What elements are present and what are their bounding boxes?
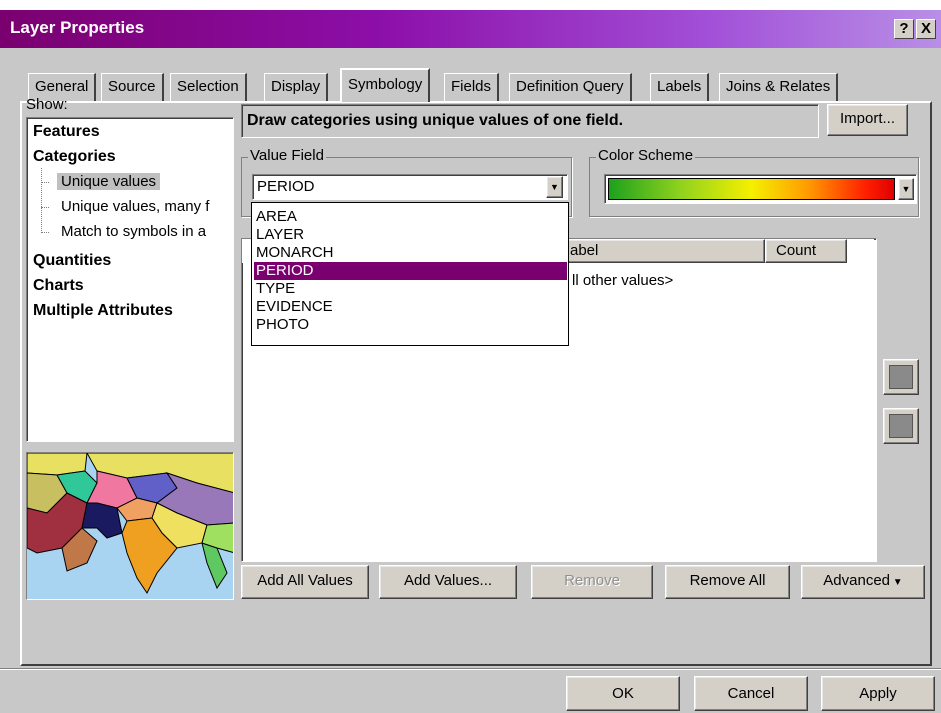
move-up-icon [889,365,913,389]
list-item[interactable]: MONARCH [254,244,567,262]
header-label[interactable]: abel [567,239,765,263]
add-values-button[interactable]: Add Values... [379,565,517,599]
move-up-button[interactable] [883,359,919,395]
list-item[interactable]: PHOTO [254,316,567,334]
remove-button[interactable]: Remove [531,565,653,599]
tab-selection[interactable]: Selection [170,73,247,101]
tab-joins-relates[interactable]: Joins & Relates [719,73,839,101]
color-ramp-swatch [608,178,895,200]
add-all-values-button[interactable]: Add All Values [241,565,369,599]
tab-symbology[interactable]: Symbology [340,68,431,102]
window-title: Layer Properties [10,18,145,37]
tab-display[interactable]: Display [264,73,329,101]
table-row[interactable]: ll other values> [572,272,673,289]
advanced-label: Advanced [823,572,891,589]
list-item[interactable]: AREA [254,208,567,226]
tree-item-features[interactable]: Features [33,123,100,141]
header-count[interactable]: Count [765,239,847,263]
value-field-label: Value Field [248,147,326,164]
dropdown-arrow-icon: ▼ [890,577,903,588]
ok-button[interactable]: OK [566,676,680,711]
value-field-dropdown[interactable]: PERIOD ▼ [252,174,568,200]
import-button[interactable]: Import... [827,104,908,136]
apply-button[interactable]: Apply [821,676,935,711]
color-scheme-dropdown-arrow-icon[interactable]: ▼ [898,178,914,200]
header-label-text: abel [570,242,599,259]
tree-item-charts[interactable]: Charts [33,277,84,295]
move-down-icon [889,414,913,438]
help-button[interactable]: ? [894,19,914,39]
tree-item-match-to-symbols[interactable]: Match to symbols in a [61,223,206,240]
tree-item-multiple-attributes[interactable]: Multiple Attributes [33,302,173,320]
tree-item-quantities[interactable]: Quantities [33,252,111,270]
tree-item-categories[interactable]: Categories [33,148,116,166]
remove-all-button[interactable]: Remove All [665,565,790,599]
list-item-selected[interactable]: PERIOD [254,262,567,280]
tree-item-unique-values-many[interactable]: Unique values, many f [61,198,209,215]
close-button[interactable]: X [916,19,936,39]
title-bar[interactable]: Layer Properties ? X [0,10,941,48]
move-down-button[interactable] [883,408,919,444]
footer-divider [0,668,941,670]
header-count-text: Count [776,242,817,259]
value-field-options-list[interactable]: AREA LAYER MONARCH PERIOD TYPE EVIDENCE … [251,202,569,346]
color-scheme-dropdown[interactable]: ▼ [604,174,917,204]
tree-item-unique-values[interactable]: Unique values [57,173,161,190]
value-field-dropdown-arrow-icon[interactable]: ▼ [546,176,563,198]
tab-labels[interactable]: Labels [650,73,710,101]
list-item[interactable]: TYPE [254,280,567,298]
list-item[interactable]: EVIDENCE [254,298,567,316]
tab-fields[interactable]: Fields [444,73,500,101]
layer-properties-dialog: Layer Properties ? X General Source Sele… [0,10,941,713]
map-preview-image [26,452,234,600]
symbology-heading: Draw categories using unique values of o… [241,104,819,138]
color-scheme-label: Color Scheme [596,147,696,164]
advanced-button[interactable]: Advanced ▼ [801,565,925,599]
list-item[interactable]: LAYER [254,226,567,244]
cancel-button[interactable]: Cancel [694,676,808,711]
value-field-selected: PERIOD [257,178,315,195]
show-label: Show: [26,96,68,113]
tab-definition-query[interactable]: Definition Query [509,73,632,101]
tab-source[interactable]: Source [101,73,164,101]
show-tree[interactable]: Features Categories Unique values Unique… [26,117,234,442]
